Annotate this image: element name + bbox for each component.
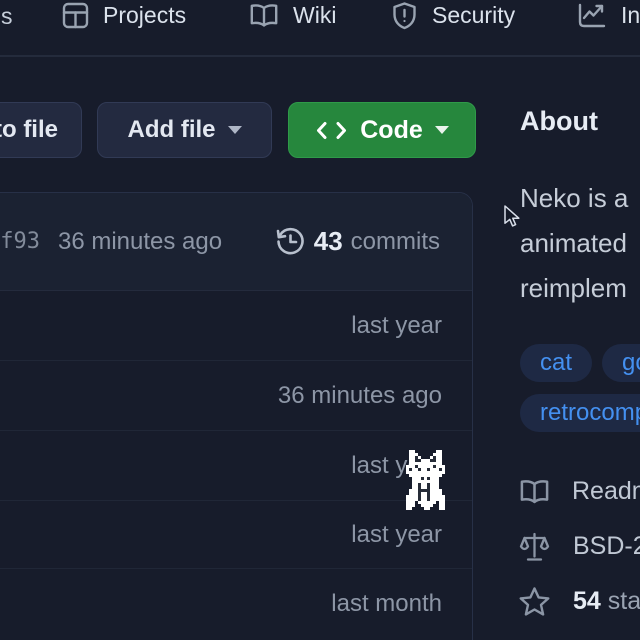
star-icon xyxy=(518,586,551,617)
topic-tag-label: golang xyxy=(622,349,640,377)
graph-icon xyxy=(576,2,607,29)
license-label: BSD-2-Clause license xyxy=(573,532,640,561)
add-file-label: Add file xyxy=(128,116,216,144)
code-button[interactable]: Code xyxy=(288,102,476,158)
commit-hash[interactable]: 9f93 xyxy=(0,229,40,254)
nav-item-wiki[interactable]: Wiki xyxy=(249,2,336,29)
latest-commit-bar: 9f93 36 minutes ago 43 commits xyxy=(0,193,472,291)
file-row[interactable]: last year xyxy=(0,291,472,361)
stars-label: stars xyxy=(608,587,640,615)
nav-item-security[interactable]: Security xyxy=(391,1,515,30)
nav-item-label: Projects xyxy=(103,2,186,29)
readme-label: Readme xyxy=(572,477,640,506)
nav-item-insights[interactable]: Insights xyxy=(576,2,640,29)
about-description-line: Neko is a xyxy=(520,183,628,214)
file-row[interactable]: last year xyxy=(0,431,472,501)
about-description-line: animated xyxy=(520,228,627,259)
go-to-file-label: Go to file xyxy=(0,116,58,144)
about-description-line: reimplem xyxy=(520,273,627,304)
code-brackets-icon xyxy=(315,117,348,144)
book-icon xyxy=(519,478,550,506)
nav-item-projects[interactable]: Projects xyxy=(62,2,186,29)
file-row[interactable]: 36 minutes ago xyxy=(0,361,472,431)
mouse-cursor xyxy=(504,205,521,229)
commit-time[interactable]: 36 minutes ago xyxy=(58,228,222,256)
file-updated-date: 36 minutes ago xyxy=(278,382,442,410)
neko-cat-sprite xyxy=(406,450,445,510)
about-heading: About xyxy=(520,106,598,137)
code-label: Code xyxy=(360,116,423,145)
topic-tag-golang[interactable]: golang xyxy=(602,344,640,382)
commit-history-link[interactable]: 43 commits xyxy=(275,226,440,257)
stars-link[interactable]: 54 stars xyxy=(518,586,640,617)
nav-item-label: Insights xyxy=(621,2,640,29)
chevron-down-icon xyxy=(435,126,449,134)
readme-link[interactable]: Readme xyxy=(519,477,640,506)
add-file-button[interactable]: Add file xyxy=(97,102,272,158)
topic-tag-retrocomputing[interactable]: retrocomputing xyxy=(520,394,640,432)
nav-item-label: Wiki xyxy=(293,2,336,29)
license-link[interactable]: BSD-2-Clause license xyxy=(518,530,640,563)
nav-item-clipped-fragment[interactable]: s xyxy=(1,3,13,30)
history-clock-icon xyxy=(275,226,306,257)
file-row[interactable]: last year xyxy=(0,501,472,569)
file-updated-date: last month xyxy=(331,590,442,618)
topic-tag-label: cat xyxy=(540,349,572,377)
topic-tag-label: retrocomputing xyxy=(540,399,640,427)
chevron-down-icon xyxy=(228,126,242,134)
github-repo-page: s Projects Wiki Security xyxy=(0,0,640,640)
nav-divider xyxy=(0,55,640,57)
go-to-file-button[interactable]: Go to file xyxy=(0,102,82,158)
file-row[interactable]: last month xyxy=(0,569,472,639)
nav-item-label: Security xyxy=(432,2,515,29)
book-icon xyxy=(249,2,279,29)
file-updated-date: last year xyxy=(351,521,442,549)
law-scale-icon xyxy=(518,530,551,563)
file-updated-date: last year xyxy=(351,312,442,340)
stars-count: 54 xyxy=(573,587,601,615)
file-list-panel: 9f93 36 minutes ago 43 commits last year… xyxy=(0,192,473,640)
commits-count: 43 xyxy=(314,226,343,257)
shield-exclamation-icon xyxy=(391,1,418,30)
table-icon xyxy=(62,2,89,29)
topic-tag-cat[interactable]: cat xyxy=(520,344,592,382)
commits-label: commits xyxy=(351,228,440,256)
